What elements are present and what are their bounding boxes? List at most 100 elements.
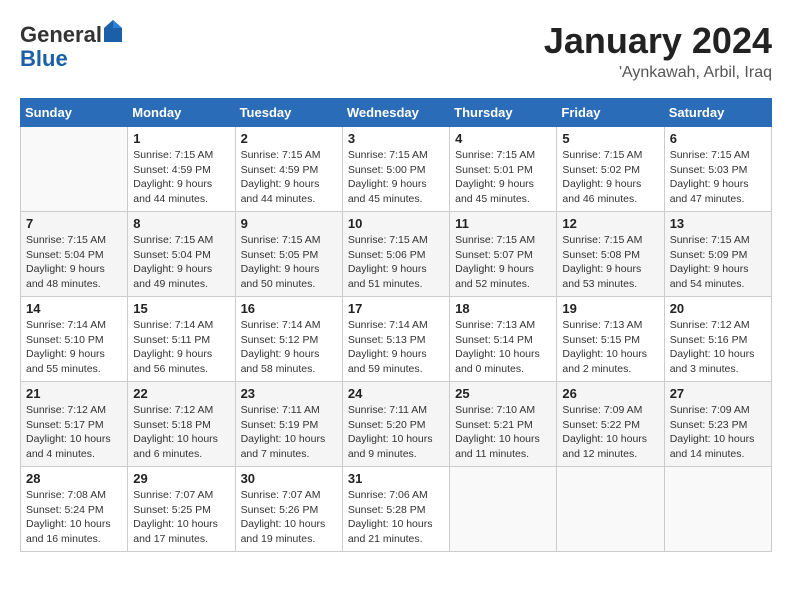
empty-cell	[557, 467, 664, 552]
title-block: January 2024 'Aynkawah, Arbil, Iraq	[544, 20, 772, 82]
calendar-day-cell: 3Sunrise: 7:15 AMSunset: 5:00 PMDaylight…	[342, 127, 449, 212]
weekday-header-wednesday: Wednesday	[342, 99, 449, 127]
calendar-day-cell: 23Sunrise: 7:11 AMSunset: 5:19 PMDayligh…	[235, 382, 342, 467]
calendar-day-cell: 16Sunrise: 7:14 AMSunset: 5:12 PMDayligh…	[235, 297, 342, 382]
calendar-day-cell: 30Sunrise: 7:07 AMSunset: 5:26 PMDayligh…	[235, 467, 342, 552]
calendar-week-row: 21 Sunrise: 7:12 AMSunset: 5:17 PMDayligh…	[21, 382, 772, 467]
day-number: 8	[133, 216, 229, 231]
calendar-day-cell: 27Sunrise: 7:09 AMSunset: 5:23 PMDayligh…	[664, 382, 771, 467]
day-info: Sunrise: 7:09 AMSunset: 5:22 PMDaylight:…	[562, 403, 658, 462]
calendar-day-cell: 19 Sunrise: 7:13 AMSunset: 5:15 PMDayligh…	[557, 297, 664, 382]
day-number: 13	[670, 216, 766, 231]
day-number: 26	[562, 386, 658, 401]
calendar-day-cell: 10 Sunrise: 7:15 AMSunset: 5:06 PMDayligh…	[342, 212, 449, 297]
calendar-week-row: 1 Sunrise: 7:15 AMSunset: 4:59 PMDaylight…	[21, 127, 772, 212]
day-number: 21	[26, 386, 122, 401]
day-info: Sunrise: 7:14 AMSunset: 5:13 PMDaylight:…	[348, 318, 444, 377]
day-info: Sunrise: 7:15 AMSunset: 5:02 PMDaylight:…	[562, 148, 658, 207]
location-title: 'Aynkawah, Arbil, Iraq	[544, 64, 772, 82]
day-info: Sunrise: 7:15 AMSunset: 5:08 PMDaylight:…	[562, 233, 658, 292]
day-number: 31	[348, 471, 444, 486]
calendar-day-cell: 13Sunrise: 7:15 AMSunset: 5:09 PMDayligh…	[664, 212, 771, 297]
day-info: Sunrise: 7:09 AMSunset: 5:23 PMDaylight:…	[670, 403, 766, 462]
calendar-day-cell: 26 Sunrise: 7:09 AMSunset: 5:22 PMDayligh…	[557, 382, 664, 467]
day-number: 1	[133, 131, 229, 146]
calendar-day-cell: 20Sunrise: 7:12 AMSunset: 5:16 PMDayligh…	[664, 297, 771, 382]
calendar-day-cell: 22 Sunrise: 7:12 AMSunset: 5:18 PMDayligh…	[128, 382, 235, 467]
day-number: 17	[348, 301, 444, 316]
day-info: Sunrise: 7:15 AMSunset: 5:07 PMDaylight:…	[455, 233, 551, 292]
day-info: Sunrise: 7:15 AMSunset: 5:05 PMDaylight:…	[241, 233, 337, 292]
day-info: Sunrise: 7:13 AMSunset: 5:15 PMDaylight:…	[562, 318, 658, 377]
weekday-header-thursday: Thursday	[450, 99, 557, 127]
empty-cell	[450, 467, 557, 552]
day-number: 6	[670, 131, 766, 146]
day-number: 7	[26, 216, 122, 231]
day-number: 22	[133, 386, 229, 401]
calendar-day-cell: 24 Sunrise: 7:11 AMSunset: 5:20 PMDayligh…	[342, 382, 449, 467]
calendar-day-cell: 4Sunrise: 7:15 AMSunset: 5:01 PMDaylight…	[450, 127, 557, 212]
day-info: Sunrise: 7:15 AMSunset: 5:03 PMDaylight:…	[670, 148, 766, 207]
calendar-day-cell: 17 Sunrise: 7:14 AMSunset: 5:13 PMDayligh…	[342, 297, 449, 382]
calendar-day-cell: 21 Sunrise: 7:12 AMSunset: 5:17 PMDayligh…	[21, 382, 128, 467]
calendar-day-cell: 28Sunrise: 7:08 AMSunset: 5:24 PMDayligh…	[21, 467, 128, 552]
day-number: 20	[670, 301, 766, 316]
calendar-day-cell: 9 Sunrise: 7:15 AMSunset: 5:05 PMDaylight…	[235, 212, 342, 297]
day-number: 5	[562, 131, 658, 146]
calendar-day-cell: 7 Sunrise: 7:15 AMSunset: 5:04 PMDaylight…	[21, 212, 128, 297]
logo-blue-text: Blue	[20, 46, 68, 71]
calendar-day-cell: 12 Sunrise: 7:15 AMSunset: 5:08 PMDayligh…	[557, 212, 664, 297]
day-number: 14	[26, 301, 122, 316]
day-number: 18	[455, 301, 551, 316]
day-info: Sunrise: 7:14 AMSunset: 5:10 PMDaylight:…	[26, 318, 122, 377]
calendar-day-cell: 1 Sunrise: 7:15 AMSunset: 4:59 PMDaylight…	[128, 127, 235, 212]
day-info: Sunrise: 7:15 AMSunset: 4:59 PMDaylight:…	[241, 148, 337, 207]
calendar-day-cell: 5 Sunrise: 7:15 AMSunset: 5:02 PMDaylight…	[557, 127, 664, 212]
calendar-day-cell: 29 Sunrise: 7:07 AMSunset: 5:25 PMDayligh…	[128, 467, 235, 552]
calendar-week-row: 14 Sunrise: 7:14 AMSunset: 5:10 PMDayligh…	[21, 297, 772, 382]
day-number: 10	[348, 216, 444, 231]
day-info: Sunrise: 7:12 AMSunset: 5:17 PMDaylight:…	[26, 403, 122, 462]
day-info: Sunrise: 7:13 AMSunset: 5:14 PMDaylight:…	[455, 318, 551, 377]
day-number: 3	[348, 131, 444, 146]
day-number: 24	[348, 386, 444, 401]
logo: General Blue	[20, 20, 124, 71]
day-info: Sunrise: 7:15 AMSunset: 5:01 PMDaylight:…	[455, 148, 551, 207]
day-info: Sunrise: 7:15 AMSunset: 5:06 PMDaylight:…	[348, 233, 444, 292]
weekday-header-friday: Friday	[557, 99, 664, 127]
day-info: Sunrise: 7:07 AMSunset: 5:25 PMDaylight:…	[133, 488, 229, 547]
calendar-day-cell: 6 Sunrise: 7:15 AMSunset: 5:03 PMDaylight…	[664, 127, 771, 212]
calendar-day-cell: 11Sunrise: 7:15 AMSunset: 5:07 PMDayligh…	[450, 212, 557, 297]
day-number: 12	[562, 216, 658, 231]
day-info: Sunrise: 7:14 AMSunset: 5:11 PMDaylight:…	[133, 318, 229, 377]
day-info: Sunrise: 7:12 AMSunset: 5:18 PMDaylight:…	[133, 403, 229, 462]
calendar-day-cell: 14 Sunrise: 7:14 AMSunset: 5:10 PMDayligh…	[21, 297, 128, 382]
page-header: General Blue January 2024 'Aynkawah, Arb…	[20, 20, 772, 82]
calendar-table: SundayMondayTuesdayWednesdayThursdayFrid…	[20, 98, 772, 552]
calendar-day-cell: 31 Sunrise: 7:06 AMSunset: 5:28 PMDayligh…	[342, 467, 449, 552]
calendar-day-cell: 25Sunrise: 7:10 AMSunset: 5:21 PMDayligh…	[450, 382, 557, 467]
day-info: Sunrise: 7:15 AMSunset: 5:04 PMDaylight:…	[133, 233, 229, 292]
day-number: 25	[455, 386, 551, 401]
logo-general-text: General	[20, 22, 102, 47]
day-info: Sunrise: 7:15 AMSunset: 4:59 PMDaylight:…	[133, 148, 229, 207]
day-info: Sunrise: 7:11 AMSunset: 5:20 PMDaylight:…	[348, 403, 444, 462]
month-title: January 2024	[544, 20, 772, 62]
day-info: Sunrise: 7:06 AMSunset: 5:28 PMDaylight:…	[348, 488, 444, 547]
day-number: 19	[562, 301, 658, 316]
weekday-header-tuesday: Tuesday	[235, 99, 342, 127]
empty-cell	[664, 467, 771, 552]
day-number: 9	[241, 216, 337, 231]
day-info: Sunrise: 7:14 AMSunset: 5:12 PMDaylight:…	[241, 318, 337, 377]
day-number: 28	[26, 471, 122, 486]
calendar-day-cell: 15Sunrise: 7:14 AMSunset: 5:11 PMDayligh…	[128, 297, 235, 382]
calendar-week-row: 7 Sunrise: 7:15 AMSunset: 5:04 PMDaylight…	[21, 212, 772, 297]
day-info: Sunrise: 7:15 AMSunset: 5:04 PMDaylight:…	[26, 233, 122, 292]
weekday-header-row: SundayMondayTuesdayWednesdayThursdayFrid…	[21, 99, 772, 127]
calendar-week-row: 28Sunrise: 7:08 AMSunset: 5:24 PMDayligh…	[21, 467, 772, 552]
weekday-header-sunday: Sunday	[21, 99, 128, 127]
weekday-header-monday: Monday	[128, 99, 235, 127]
day-number: 29	[133, 471, 229, 486]
calendar-header: SundayMondayTuesdayWednesdayThursdayFrid…	[21, 99, 772, 127]
logo-icon	[104, 20, 122, 42]
